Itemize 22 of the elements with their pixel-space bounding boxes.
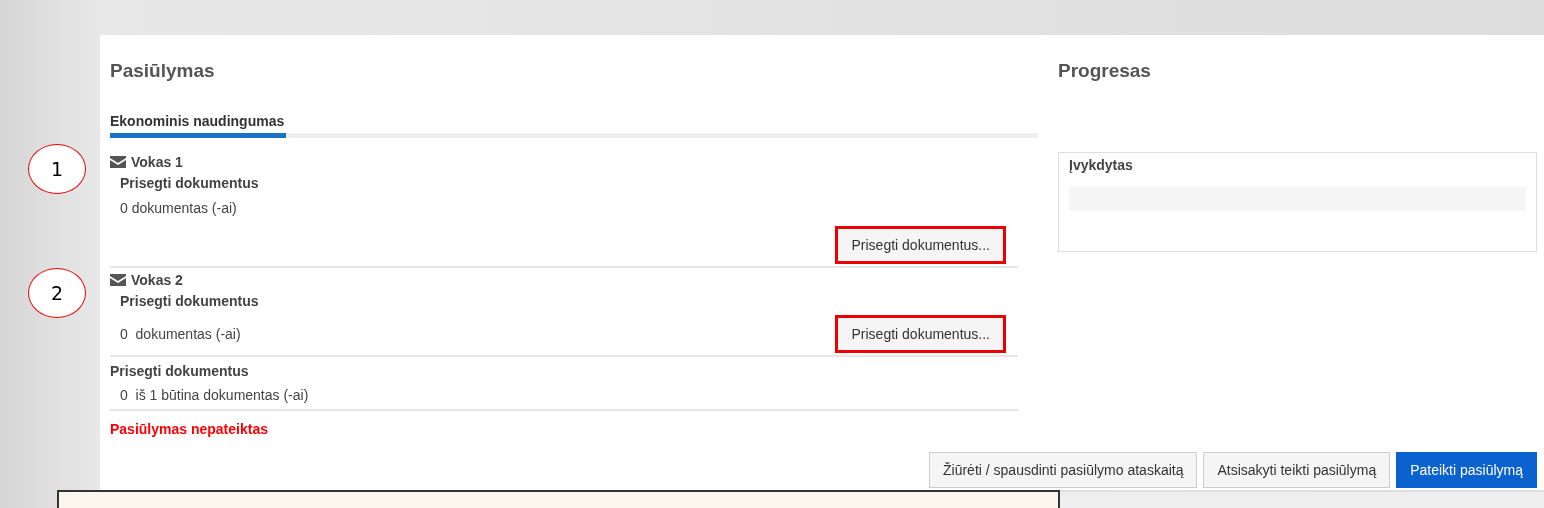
status-message: Pasiūlymas nepateiktas	[110, 421, 269, 437]
envelope-icon	[110, 274, 126, 286]
attach-documents-button[interactable]: Prisegti dokumentus...	[835, 226, 1006, 264]
section-heading: Prisegti dokumentus	[110, 362, 250, 381]
section-title: Pasiūlymas	[110, 60, 216, 83]
progress-label: Įvykdytas	[1069, 157, 1134, 173]
section-heading: Prisegti dokumentus	[120, 292, 260, 311]
action-button[interactable]: Atsisakyti teikti pasiūlymą	[1203, 452, 1391, 488]
action-button[interactable]: Pateikti pasiūlymą	[1396, 452, 1537, 488]
envelope-title: Vokas 2	[131, 272, 183, 288]
progress-title: Progresas	[1058, 60, 1152, 83]
document-count: 0 dokumentas (-ai)	[120, 326, 241, 342]
envelope-title: Vokas 1	[131, 154, 183, 170]
tab[interactable]: Ekonominis naudingumas	[110, 113, 287, 138]
document-count: 0 dokumentas (-ai)	[120, 199, 238, 218]
envelope-icon	[110, 156, 126, 168]
attach-documents-button[interactable]: Prisegti dokumentus...	[835, 315, 1006, 353]
number-marker: 2	[28, 268, 86, 318]
section-heading: Prisegti dokumentus	[120, 174, 260, 193]
action-button[interactable]: Žiūrėti / spausdinti pasiūlymo ataskaitą	[929, 452, 1198, 488]
number-marker: 1	[28, 144, 86, 194]
document-count: 0 iš 1 būtina dokumentas (-ai)	[120, 386, 310, 405]
